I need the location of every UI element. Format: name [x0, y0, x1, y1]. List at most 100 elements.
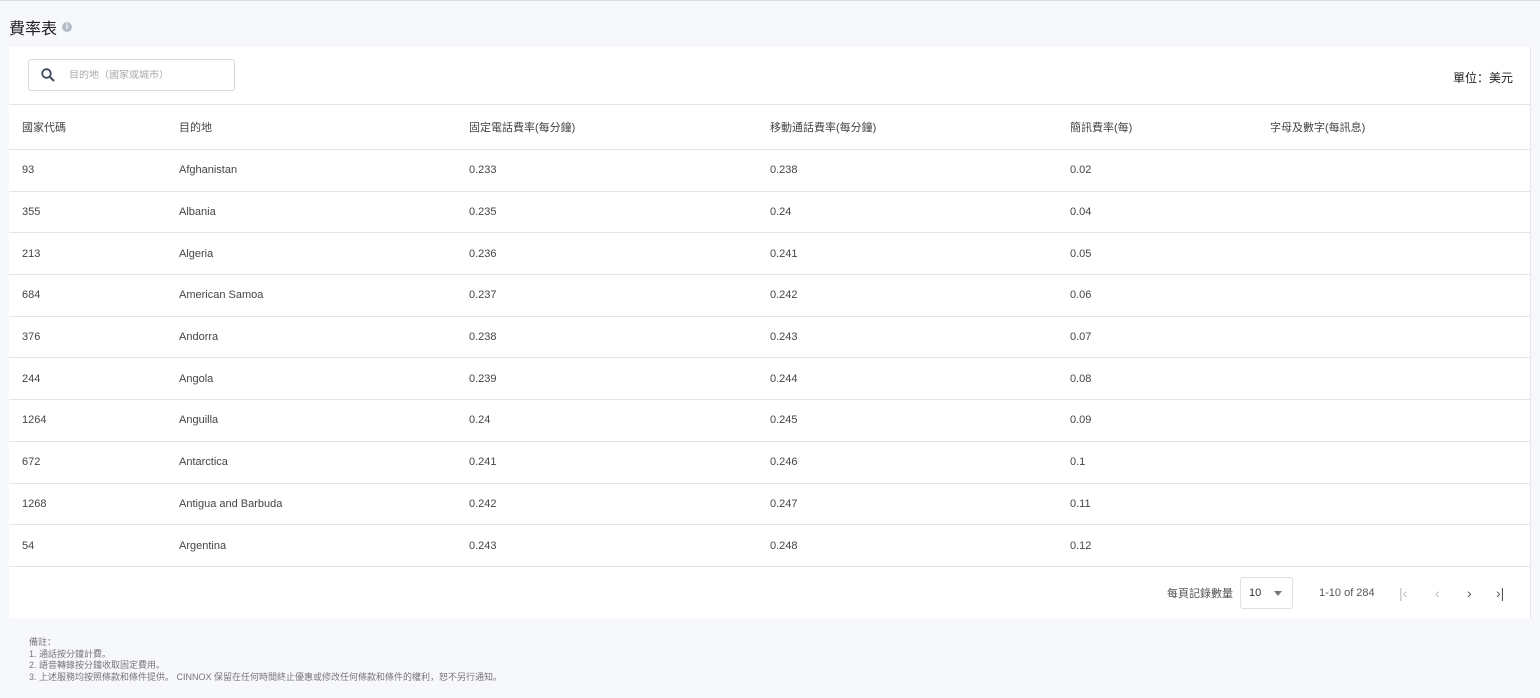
table-cell: [1257, 149, 1531, 192]
rows-per-page-select[interactable]: 10: [1240, 576, 1293, 609]
first-page-icon[interactable]: |‹: [1399, 585, 1407, 601]
table-row: 213 Algeria 0.236 0.241 0.05: [9, 232, 1531, 275]
table-cell: 684: [9, 274, 166, 317]
table-cell: 0.24: [456, 399, 757, 442]
column-header: 字母及數字(每訊息): [1257, 104, 1531, 150]
table-row: 684 American Samoa 0.237 0.242 0.06: [9, 274, 1531, 317]
table-cell: 672: [9, 440, 166, 483]
table-cell: Angola: [166, 357, 456, 400]
table-row: 54 Argentina 0.243 0.248 0.12: [9, 524, 1531, 567]
table-cell: Argentina: [166, 524, 456, 567]
table-cell: Antarctica: [166, 440, 456, 483]
table-cell: 0.246: [757, 440, 1057, 483]
search-icon: [41, 68, 55, 82]
rows-per-page-label: 每頁記錄數量: [1167, 587, 1233, 600]
search-box[interactable]: [28, 59, 235, 91]
table-cell: 0.11: [1057, 482, 1257, 525]
table-cell: 0.12: [1057, 524, 1257, 567]
table-cell: 0.05: [1057, 232, 1257, 275]
column-header: 固定電話費率(每分鐘): [456, 104, 757, 150]
table-cell: 0.243: [757, 315, 1057, 358]
table-cell: 0.238: [456, 315, 757, 358]
table-cell: 355: [9, 190, 166, 233]
table-cell: 0.06: [1057, 274, 1257, 317]
table-cell: [1257, 399, 1531, 442]
table-cell: American Samoa: [166, 274, 456, 317]
notes: 備註： 1. 通話按分鐘計費。 2. 語音轉錄按分鐘收取固定費用。 3. 上述服…: [29, 637, 502, 683]
notes-heading: 備註：: [29, 637, 57, 647]
prev-page-icon[interactable]: ‹: [1435, 585, 1440, 601]
table-cell: 1268: [9, 482, 166, 525]
table-cell: 0.242: [757, 274, 1057, 317]
table-cell: 0.02: [1057, 149, 1257, 192]
table-cell: [1257, 315, 1531, 358]
table-cell: 244: [9, 357, 166, 400]
table-row: 1268 Antigua and Barbuda 0.242 0.247 0.11: [9, 482, 1531, 525]
currency-unit: 單位：美元: [1452, 71, 1513, 85]
column-header: 國家代碼: [9, 104, 166, 150]
table-cell: 0.236: [456, 232, 757, 275]
table-cell: [1257, 274, 1531, 317]
note-item: 1. 通話按分鐘計費。: [29, 648, 112, 659]
next-page-icon[interactable]: ›: [1467, 585, 1472, 601]
column-header: 移動通話費率(每分鐘): [757, 104, 1057, 150]
table-cell: 0.24: [757, 190, 1057, 233]
table-cell: [1257, 482, 1531, 525]
table-cell: 0.1: [1057, 440, 1257, 483]
table-cell: 0.248: [757, 524, 1057, 567]
table-cell: Algeria: [166, 232, 456, 275]
page-title-text: 費率表: [9, 21, 58, 38]
rates-table: 國家代碼 目的地 固定電話費率(每分鐘) 移動通話費率(每分鐘) 簡訊費率(每) 字母及數…: [9, 104, 1531, 567]
table-cell: 0.244: [757, 357, 1057, 400]
table-cell: [1257, 524, 1531, 567]
table-cell: 0.08: [1057, 357, 1257, 400]
table-row: 244 Angola 0.239 0.244 0.08: [9, 357, 1531, 400]
table-cell: [1257, 232, 1531, 275]
table-row: 93 Afghanistan 0.233 0.238 0.02: [9, 149, 1531, 192]
table-cell: Albania: [166, 190, 456, 233]
table-header-row: 國家代碼 目的地 固定電話費率(每分鐘) 移動通話費率(每分鐘) 簡訊費率(每) 字母及數…: [9, 104, 1531, 150]
table-cell: [1257, 190, 1531, 233]
table-cell: 0.233: [456, 149, 757, 192]
info-icon[interactable]: i: [62, 22, 73, 32]
table-cell: 0.07: [1057, 315, 1257, 358]
table-cell: 54: [9, 524, 166, 567]
table-cell: 0.239: [456, 357, 757, 400]
table-cell: [1257, 440, 1531, 483]
table-cell: 0.242: [456, 482, 757, 525]
last-page-icon[interactable]: ›|: [1496, 585, 1504, 601]
table-row: 376 Andorra 0.238 0.243 0.07: [9, 315, 1531, 358]
table-cell: 1264: [9, 399, 166, 442]
table-cell: Antigua and Barbuda: [166, 482, 456, 525]
table-cell: 0.245: [757, 399, 1057, 442]
table-cell: 0.09: [1057, 399, 1257, 442]
table-cell: 0.241: [456, 440, 757, 483]
table-row: 1264 Anguilla 0.24 0.245 0.09: [9, 399, 1531, 442]
table-cell: 213: [9, 232, 166, 275]
pagination-range: 1-10 of 284: [1319, 586, 1375, 599]
column-header: 目的地: [166, 104, 456, 150]
table-cell: 0.247: [757, 482, 1057, 525]
table-cell: 0.243: [456, 524, 757, 567]
column-header: 簡訊費率(每): [1057, 104, 1257, 150]
rates-card: 單位：美元 國家代碼目的地固定電話費率(每分鐘)移動通話費率(每分鐘)簡訊費率(…: [9, 47, 1531, 618]
note-item: 2. 語音轉錄按分鐘收取固定費用。: [29, 660, 166, 670]
table-cell: 0.237: [456, 274, 757, 317]
table-row: 672 Antarctica 0.241 0.246 0.1: [9, 440, 1531, 483]
table-cell: 0.241: [757, 232, 1057, 275]
page-title: 費率表 i: [9, 15, 73, 39]
table-cell: Afghanistan: [166, 149, 456, 192]
table-cell: 93: [9, 149, 166, 192]
table-cell: Andorra: [166, 315, 456, 358]
pagination-bar: 每頁記錄數量 10 1-10 of 284 |‹ ‹ › ›|: [9, 566, 1531, 618]
table-cell: Anguilla: [166, 399, 456, 442]
table-cell: 0.238: [757, 149, 1057, 192]
table-cell: [1257, 357, 1531, 400]
table-cell: 0.04: [1057, 190, 1257, 233]
table-cell: 376: [9, 315, 166, 358]
table-row: 355 Albania 0.235 0.24 0.04: [9, 190, 1531, 233]
rows-per-page-value: 10: [1249, 586, 1262, 599]
destination-search-input[interactable]: [69, 69, 219, 81]
caret-down-icon: [1274, 590, 1282, 596]
note-item: 3. 上述服務均按照條款和條件提供。 CINNOX 保留在任何時間終止優惠或修改…: [29, 671, 503, 682]
